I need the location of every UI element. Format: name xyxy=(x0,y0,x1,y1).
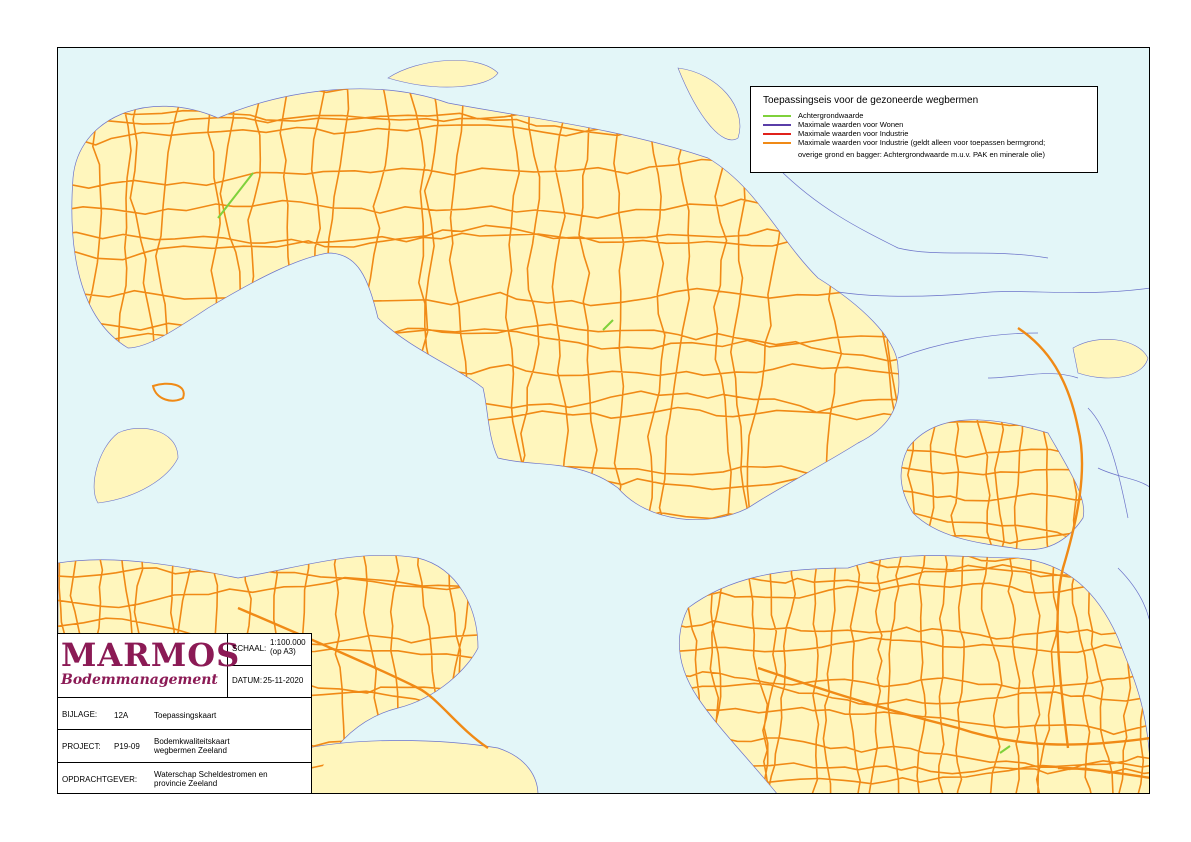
legend-label: Maximale waarden voor Wonen xyxy=(798,120,904,129)
opdrachtgever-label: OPDRACHTGEVER: xyxy=(62,775,138,784)
scale-label: SCHAAL: xyxy=(232,644,267,653)
bijlage-number: 12A xyxy=(114,711,129,720)
legend-note: overige grond en bagger: Achtergrondwaar… xyxy=(751,150,1097,160)
project-number: P19-09 xyxy=(114,742,140,751)
legend-label: Maximale waarden voor Industrie (geldt a… xyxy=(798,138,1046,147)
legend-swatch xyxy=(763,124,791,126)
scale-value: 1:100.000 xyxy=(270,638,306,647)
project-title-2: wegbermen Zeeland xyxy=(154,746,227,755)
map-legend: Toepassingseis voor de gezoneerde wegber… xyxy=(750,86,1098,173)
land-southeast xyxy=(678,555,1149,793)
scale-note: (op A3) xyxy=(270,647,296,656)
logo-subtitle: Bodemmanagement xyxy=(61,672,218,688)
legend-swatch xyxy=(763,142,791,144)
opdrachtgever-1: Waterschap Scheldestromen en xyxy=(154,770,268,779)
project-title-1: Bodemkwaliteitskaart xyxy=(154,737,230,746)
opdrachtgever-2: provincie Zeeland xyxy=(154,779,218,788)
logo-text: MARMOS xyxy=(61,636,241,674)
date-label: DATUM: xyxy=(232,676,263,685)
legend-swatch xyxy=(763,133,791,135)
legend-note-text: overige grond en bagger: Achtergrondwaar… xyxy=(798,150,1045,159)
legend-title: Toepassingseis voor de gezoneerde wegber… xyxy=(763,95,979,106)
project-label: PROJECT: xyxy=(62,742,101,751)
date-value: 25-11-2020 xyxy=(263,676,304,685)
legend-label: Achtergrondwaarde xyxy=(798,111,864,120)
bijlage-label: BIJLAGE: xyxy=(62,710,98,719)
legend-item: Maximale waarden voor Industrie (geldt a… xyxy=(751,138,1097,148)
bijlage-title: Toepassingskaart xyxy=(154,711,217,720)
legend-swatch xyxy=(763,115,791,117)
title-block: MARMOS Bodemmanagement SCHAAL: 1:100.000… xyxy=(57,633,312,794)
legend-label: Maximale waarden voor Industrie xyxy=(798,129,909,138)
